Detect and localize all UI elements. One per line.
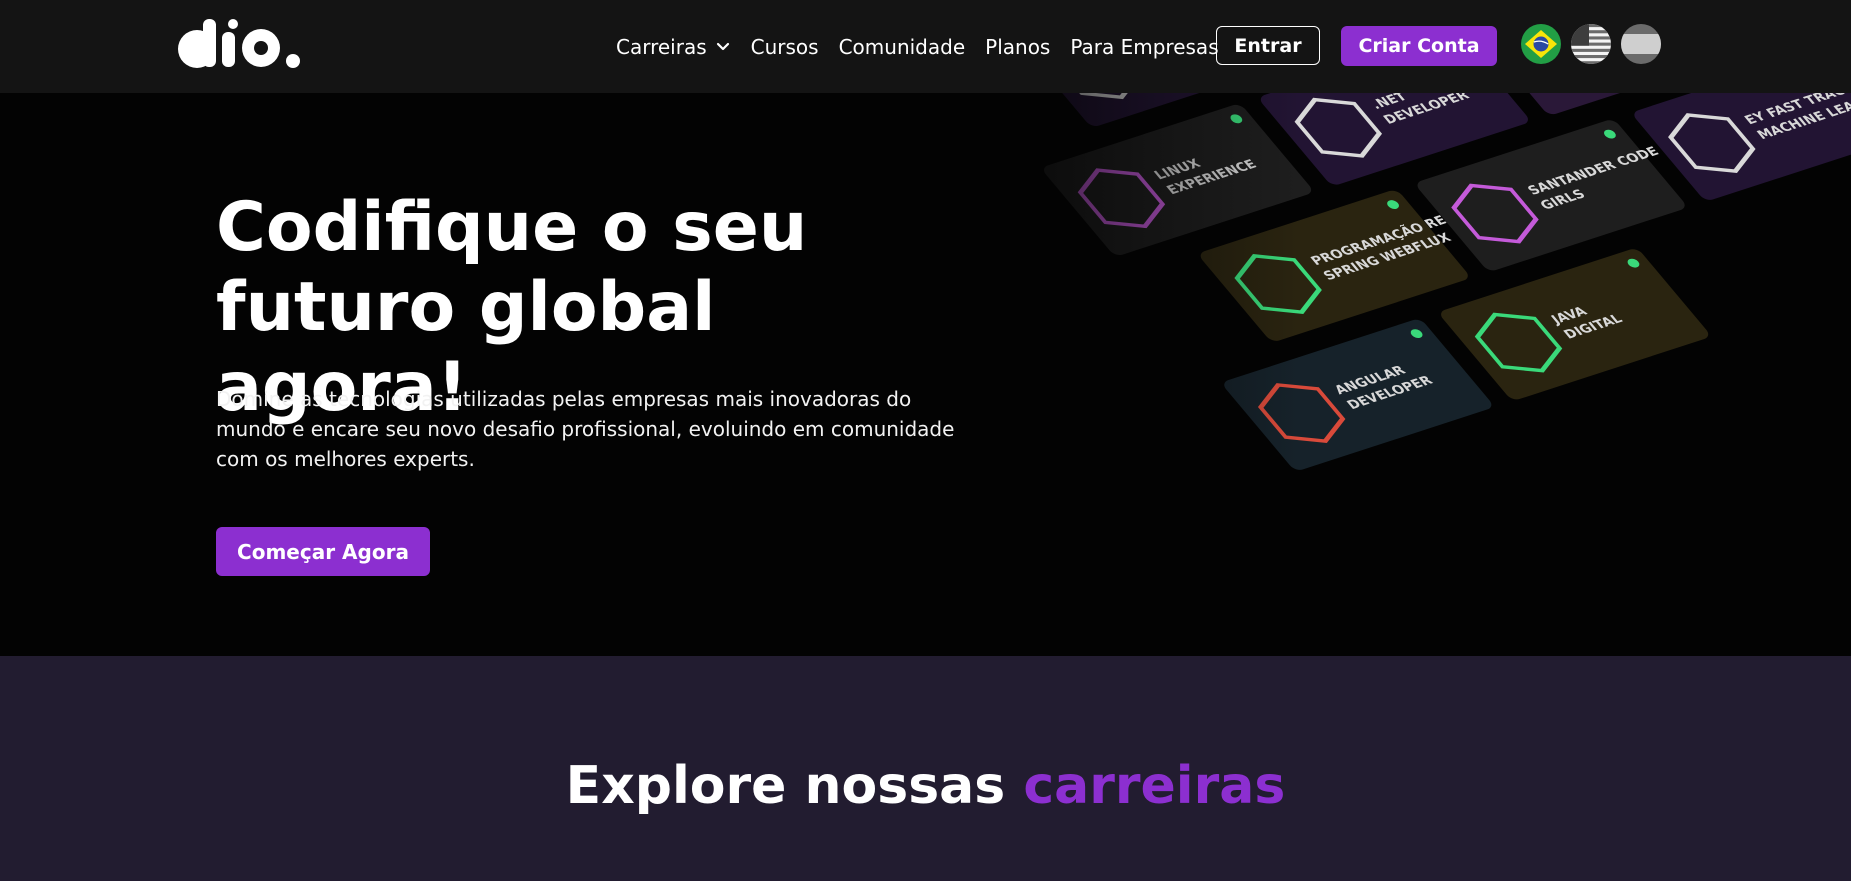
- start-now-button[interactable]: Começar Agora: [216, 527, 430, 576]
- top-navbar: Carreiras Cursos Comunidade Planos Para …: [0, 0, 1851, 93]
- nav-cursos[interactable]: Cursos: [751, 35, 819, 59]
- hero-title-line-1: Codifique o seu: [216, 188, 808, 267]
- explore-heading: Explore nossas carreiras: [0, 754, 1851, 818]
- nav-comunidade[interactable]: Comunidade: [839, 35, 966, 59]
- signup-button[interactable]: Criar Conta: [1341, 26, 1497, 66]
- explore-careers-section: Explore nossas carreiras: [0, 656, 1851, 881]
- nav-carreiras[interactable]: Carreiras: [616, 35, 731, 59]
- nav-para-empresas[interactable]: Para Empresas: [1070, 35, 1218, 59]
- dio-logo[interactable]: [177, 19, 302, 69]
- chevron-down-icon: [716, 42, 729, 51]
- explore-heading-main: Explore nossas: [565, 756, 1006, 816]
- badge-tile: JAVADIGITAL: [1441, 249, 1709, 400]
- explore-heading-highlight: carreiras: [1023, 756, 1286, 816]
- login-button[interactable]: Entrar: [1216, 26, 1320, 65]
- brazil-flag-icon[interactable]: [1521, 24, 1561, 64]
- nav-planos[interactable]: Planos: [985, 35, 1050, 59]
- nav-carreiras-label: Carreiras: [616, 35, 707, 59]
- main-nav: Carreiras Cursos Comunidade Planos Para …: [616, 30, 1239, 64]
- hero-section: SWIFT &IOS EXPERIENCEREACTDEVELOPERJAVAS…: [0, 93, 1851, 656]
- spain-flag-icon[interactable]: [1621, 24, 1661, 64]
- usa-flag-icon[interactable]: [1571, 24, 1611, 64]
- hero-subtitle: Domine as tecnologias utilizadas pelas e…: [216, 387, 955, 471]
